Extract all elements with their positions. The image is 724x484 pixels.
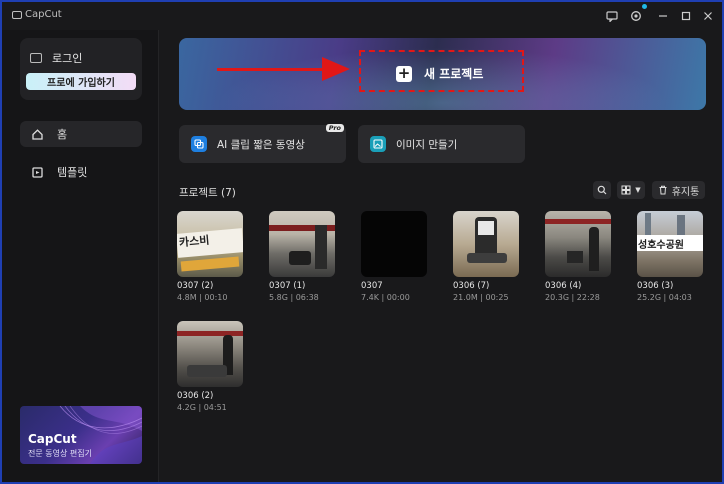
search-projects-button[interactable]	[593, 181, 611, 199]
projects-header: 프로젝트 (7)	[179, 187, 236, 199]
annotation-arrow-head	[322, 57, 350, 81]
template-icon	[32, 166, 43, 178]
title-bar: CapCut	[2, 2, 722, 30]
pro-badge: Pro	[325, 124, 344, 132]
new-project-label: 새 프로젝트	[424, 67, 484, 81]
project-meta: 5.8G | 06:38	[269, 293, 319, 302]
settings-icon[interactable]	[628, 8, 644, 24]
app-name-label: CapCut	[25, 9, 62, 20]
login-icon	[30, 53, 42, 63]
create-image-button[interactable]: 이미지 만들기	[358, 125, 525, 163]
chevron-down-icon: ▼	[635, 186, 641, 194]
ai-short-clip-button[interactable]: AI 클립 짧은 동영상 Pro	[179, 124, 346, 163]
project-card[interactable]: 0306 (7) 21.0M | 00:25	[453, 211, 523, 302]
app-name: CapCut	[12, 9, 62, 20]
project-meta: 21.0M | 00:25	[453, 293, 509, 302]
project-thumbnail	[361, 211, 427, 277]
project-name: 0307 (2)	[177, 281, 214, 291]
project-name: 0307	[361, 281, 383, 291]
new-project-banner[interactable]: + 새 프로젝트	[179, 38, 706, 110]
project-thumbnail	[453, 211, 519, 277]
thumbnail-sign-text: 성호수공원	[638, 240, 684, 251]
project-thumbnail: 카스비	[177, 211, 243, 277]
search-icon	[597, 185, 607, 195]
project-thumbnail	[177, 321, 243, 387]
project-card[interactable]: 성호수공원 0306 (3) 25.2G | 04:03	[637, 211, 707, 302]
notification-dot	[642, 4, 647, 9]
project-name: 0306 (3)	[637, 281, 674, 291]
project-name: 0306 (4)	[545, 281, 582, 291]
maximize-icon[interactable]	[678, 8, 694, 24]
capcut-logo-icon	[12, 10, 22, 19]
home-icon	[32, 128, 43, 140]
plus-icon: +	[396, 63, 412, 82]
project-thumbnail: 성호수공원	[637, 211, 703, 277]
promo-card[interactable]: CapCut 전문 동영상 편집기	[20, 406, 142, 464]
sidebar-item-templates[interactable]: 템플릿	[20, 159, 142, 185]
close-icon[interactable]	[700, 8, 716, 24]
project-card[interactable]: 0307 7.4K | 00:00	[361, 211, 431, 302]
project-name: 0306 (2)	[177, 391, 214, 401]
thumbnail-sign-text: 카스비	[178, 233, 210, 250]
project-name: 0307 (1)	[269, 281, 306, 291]
view-toggle-button[interactable]: ▼	[617, 181, 645, 199]
feedback-icon[interactable]	[604, 8, 620, 24]
promo-subtitle: 전문 동영상 편집기	[28, 449, 92, 458]
project-card[interactable]: 0307 (1) 5.8G | 06:38	[269, 211, 339, 302]
promo-title: CapCut	[28, 432, 77, 446]
image-icon	[370, 136, 386, 152]
project-card[interactable]: 0306 (4) 20.3G | 22:28	[545, 211, 615, 302]
trash-label: 휴지통	[671, 186, 700, 198]
project-name: 0306 (7)	[453, 281, 490, 291]
login-button[interactable]: 로그인	[30, 50, 82, 66]
sidebar-item-label: 템플릿	[57, 166, 88, 179]
project-meta: 20.3G | 22:28	[545, 293, 600, 302]
sidebar-item-label: 홈	[57, 128, 68, 141]
new-project-button[interactable]: + 새 프로젝트	[396, 65, 483, 82]
app-window: CapCut 로그인 프로에 가입하기 홈 템플릿 CapCut 전문 동영상 …	[0, 0, 724, 484]
grid-view-icon	[621, 185, 631, 195]
sidebar: 로그인 프로에 가입하기 홈 템플릿 CapCut 전문 동영상 편집기	[2, 30, 159, 482]
project-meta: 7.4K | 00:00	[361, 293, 410, 302]
project-thumbnail	[545, 211, 611, 277]
minimize-icon[interactable]	[655, 8, 671, 24]
project-card[interactable]: 0306 (2) 4.2G | 04:51	[177, 321, 247, 412]
project-card[interactable]: 카스비 0307 (2) 4.8M | 00:10	[177, 211, 247, 302]
main-content: + 새 프로젝트 AI 클립 짧은 동영상 Pro 이미지 만들기 프로젝트 (…	[159, 30, 722, 482]
ai-clip-icon	[191, 136, 207, 152]
annotation-arrow	[217, 68, 327, 71]
login-card: 로그인 프로에 가입하기	[20, 38, 142, 100]
project-meta: 4.8M | 00:10	[177, 293, 228, 302]
trash-button[interactable]: 휴지통	[652, 181, 705, 199]
project-thumbnail	[269, 211, 335, 277]
create-image-label: 이미지 만들기	[396, 138, 458, 151]
project-meta: 25.2G | 04:03	[637, 293, 692, 302]
ai-short-clip-label: AI 클립 짧은 동영상	[217, 138, 305, 151]
sidebar-item-home[interactable]: 홈	[20, 121, 142, 147]
login-label: 로그인	[52, 52, 83, 65]
trash-icon	[659, 185, 667, 195]
project-meta: 4.2G | 04:51	[177, 403, 227, 412]
signup-pro-button[interactable]: 프로에 가입하기	[26, 73, 136, 90]
